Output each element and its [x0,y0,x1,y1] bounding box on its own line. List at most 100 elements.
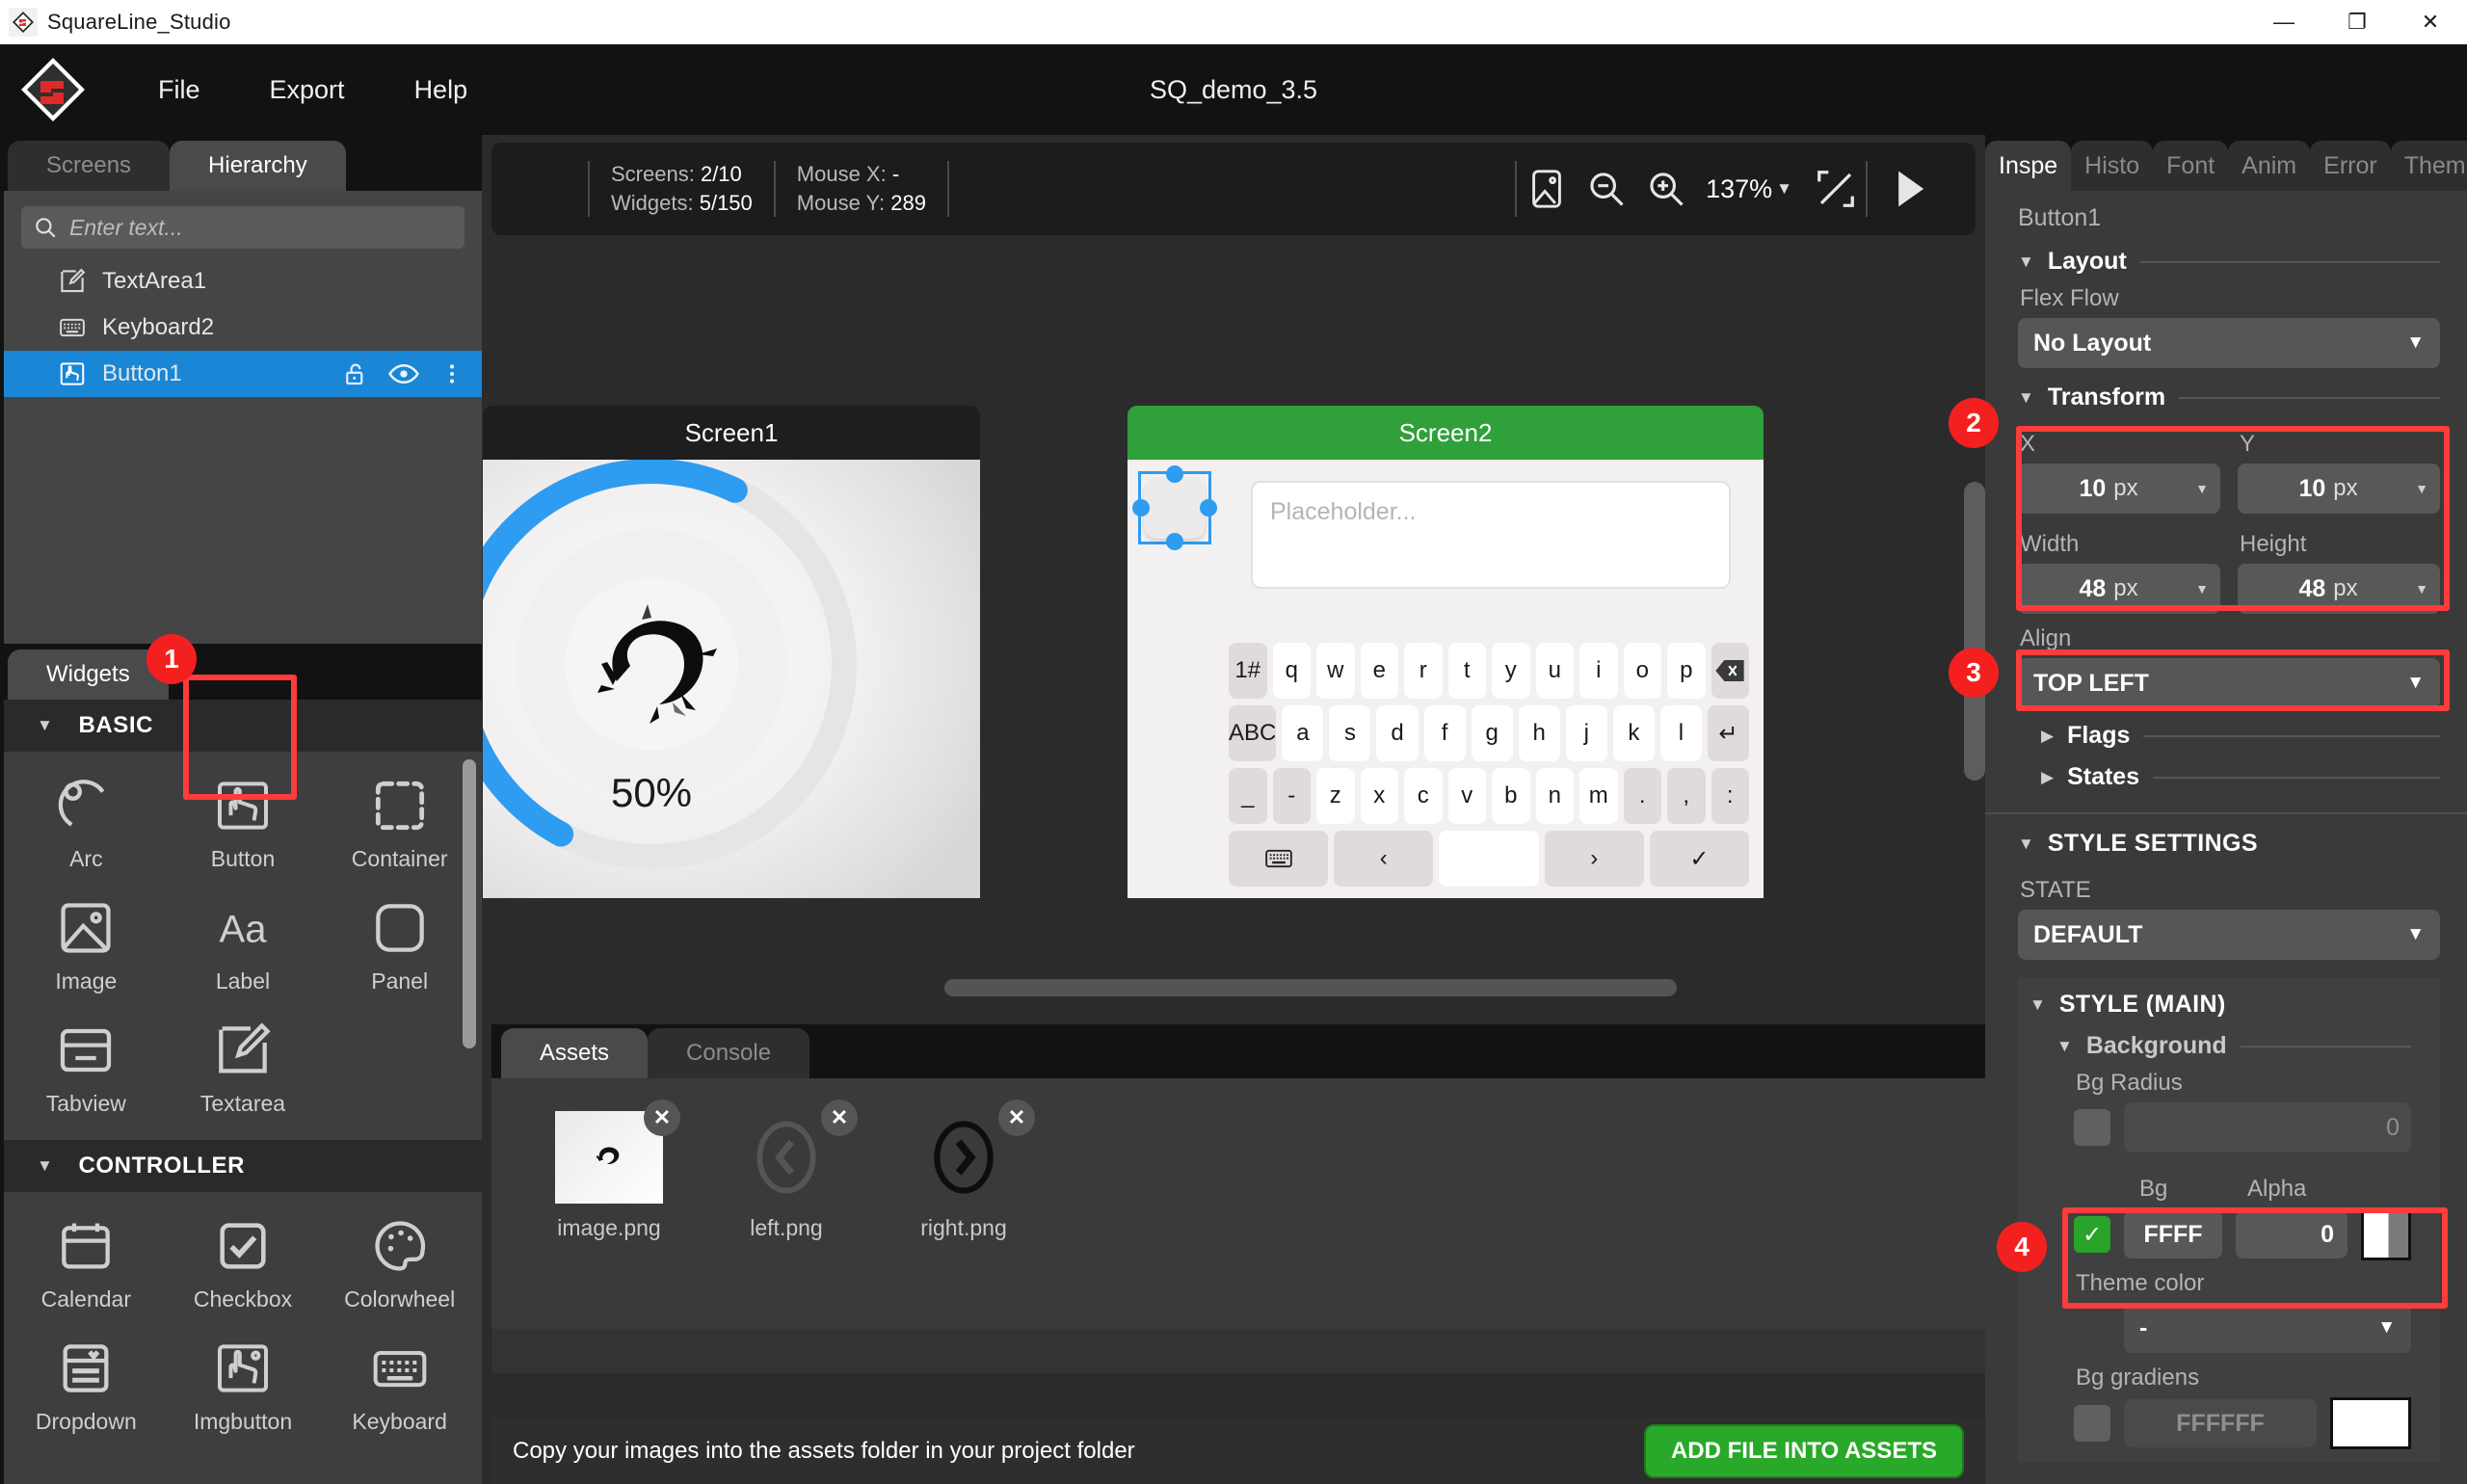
canvas-horizontal-scrollbar[interactable] [944,979,1677,996]
screen1-body[interactable]: 50% [483,460,980,898]
tab-anim[interactable]: Anim [2228,141,2311,191]
image-preview-icon[interactable] [1517,159,1577,219]
close-icon[interactable]: ✕ [644,1100,680,1136]
asset-item[interactable]: ✕ right.png [896,1100,1035,1241]
keyboard-widget[interactable]: 1# q w e r t y u i o p ABC a s d f g h j… [1229,643,1750,887]
group-layout[interactable]: ▼ Layout [2018,248,2440,276]
widget-button[interactable]: Button [165,759,322,882]
key-z[interactable]: z [1316,768,1355,824]
tab-inspector[interactable]: Inspe [1985,141,2072,191]
bg-hex-input[interactable]: FFFF [2124,1210,2222,1259]
x-input[interactable]: 10 px ▼ [2018,464,2220,514]
key-g[interactable]: g [1471,705,1513,761]
section-basic[interactable]: ▼ BASIC [4,700,482,752]
key-1hash[interactable]: 1# [1229,643,1267,699]
widget-partial-2[interactable] [165,1466,322,1484]
key-a[interactable]: a [1282,705,1324,761]
key-space[interactable] [1439,831,1539,887]
widgets-scrollbar[interactable] [463,759,476,1048]
key-s[interactable]: s [1329,705,1371,761]
key-d[interactable]: d [1376,705,1419,761]
minimize-button[interactable]: — [2247,0,2321,44]
group-style-main[interactable]: ▼ STYLE (MAIN) [2029,991,2440,1019]
chevron-down-icon[interactable]: ▼ [1776,179,1792,199]
key-y[interactable]: y [1492,643,1530,699]
group-transform[interactable]: ▼ Transform [2018,384,2440,411]
maximize-button[interactable]: ❐ [2321,0,2394,44]
tab-screens[interactable]: Screens [8,141,171,191]
height-input[interactable]: 48 px ▼ [2238,564,2440,614]
key-hyphen[interactable]: - [1272,768,1311,824]
menu-item-file[interactable]: File [137,69,222,111]
resize-handle-bottom[interactable] [1166,533,1183,550]
widget-label[interactable]: Aa Label [165,882,322,1004]
align-dropdown[interactable]: TOP LEFT ▼ [2018,658,2440,708]
key-period[interactable]: . [1623,768,1661,824]
search-input[interactable] [69,214,453,241]
fit-screen-icon[interactable] [1806,159,1866,219]
key-f[interactable]: f [1423,705,1466,761]
widget-partial-3[interactable] [321,1466,478,1484]
tab-history[interactable]: Histo [2071,141,2154,191]
add-file-into-assets-button[interactable]: ADD FILE INTO ASSETS [1643,1423,1964,1478]
key-x[interactable]: x [1360,768,1398,824]
key-l[interactable]: l [1659,705,1702,761]
bg-gradient-checkbox[interactable] [2074,1405,2110,1442]
y-input[interactable]: 10 px ▼ [2238,464,2440,514]
widget-textarea[interactable]: Textarea [165,1004,322,1126]
backspace-icon[interactable] [1711,643,1749,699]
key-q[interactable]: q [1272,643,1311,699]
bg-color-swatch[interactable] [2361,1208,2411,1260]
close-icon[interactable]: ✕ [821,1100,858,1136]
section-controller[interactable]: ▼ CONTROLLER [4,1140,482,1192]
next-arrow-icon[interactable]: › [1544,831,1644,887]
key-e[interactable]: e [1360,643,1398,699]
eye-icon[interactable] [387,358,420,390]
menu-item-export[interactable]: Export [249,69,366,111]
widget-partial-1[interactable] [8,1466,165,1484]
widget-checkbox[interactable]: Checkbox [165,1200,322,1322]
key-o[interactable]: o [1623,643,1661,699]
key-r[interactable]: r [1404,643,1443,699]
tab-error[interactable]: Error [2310,141,2391,191]
group-style-settings[interactable]: ▼ STYLE SETTINGS [2018,830,2440,858]
width-input[interactable]: 48 px ▼ [2018,564,2220,614]
asset-item[interactable]: ✕ image.png [542,1100,680,1241]
key-w[interactable]: w [1316,643,1355,699]
bg-gradient-swatch[interactable] [2330,1397,2411,1449]
bg-gradient-hex-input[interactable]: FFFFFF [2124,1399,2317,1447]
key-b[interactable]: b [1492,768,1530,824]
tree-item-keyboard2[interactable]: Keyboard2 [4,305,482,351]
group-flags[interactable]: ▶ Flags [2041,722,2440,750]
more-options-icon[interactable] [436,358,468,390]
flex-flow-dropdown[interactable]: No Layout ▼ [2018,318,2440,368]
inspector-scrollbar[interactable] [1964,482,1985,781]
tab-hierarchy[interactable]: Hierarchy [170,141,346,191]
menu-item-help[interactable]: Help [393,69,490,111]
textarea-widget[interactable]: Placeholder... [1251,481,1731,589]
key-comma[interactable]: , [1667,768,1706,824]
key-m[interactable]: m [1579,768,1618,824]
close-icon[interactable]: ✕ [998,1100,1035,1136]
widget-colorwheel[interactable]: Colorwheel [321,1200,478,1322]
tab-console[interactable]: Console [648,1028,810,1078]
screen2-card[interactable]: Screen2 Placeholder... 1# q w e r t y u … [1127,406,1764,898]
key-k[interactable]: k [1612,705,1655,761]
key-h[interactable]: h [1518,705,1560,761]
group-states[interactable]: ▶ States [2041,763,2440,791]
key-j[interactable]: j [1565,705,1607,761]
key-n[interactable]: n [1535,768,1574,824]
key-p[interactable]: p [1667,643,1706,699]
widget-calendar[interactable]: Calendar [8,1200,165,1322]
tab-theme[interactable]: Them [2390,141,2467,191]
alpha-input[interactable]: 0 [2236,1210,2348,1259]
zoom-level[interactable]: 137% [1706,174,1772,204]
widget-tabview[interactable]: Tabview [8,1004,165,1126]
tree-item-textarea1[interactable]: TextArea1 [4,258,482,305]
key-u[interactable]: u [1535,643,1574,699]
widget-panel[interactable]: Panel [321,882,478,1004]
prev-arrow-icon[interactable]: ‹ [1334,831,1434,887]
tree-item-button1[interactable]: Button1 [4,351,482,397]
group-background[interactable]: ▼ Background [2056,1032,2411,1060]
bg-radius-input[interactable]: 0 [2124,1102,2411,1153]
